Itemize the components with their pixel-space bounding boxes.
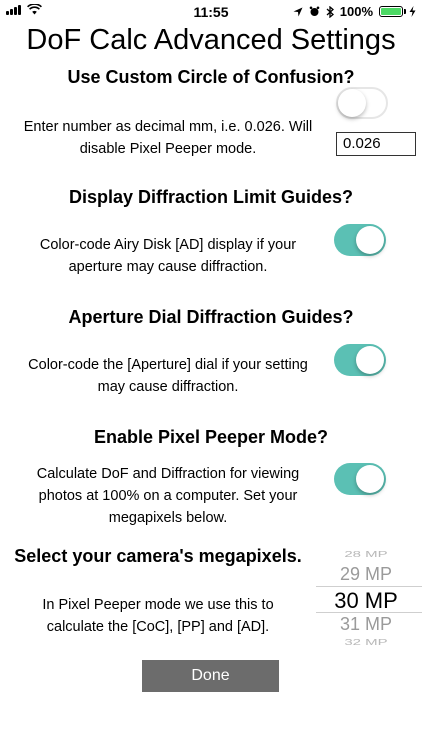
picker-selection-line xyxy=(316,586,422,587)
battery-percent: 100% xyxy=(339,4,373,19)
status-right: 100% xyxy=(293,4,416,19)
custom-coc-description: Enter number as decimal mm, i.e. 0.026. … xyxy=(8,116,328,160)
pixel-peeper-toggle[interactable] xyxy=(334,463,386,495)
desc-line: aperture may cause diffraction. xyxy=(68,259,268,275)
picker-item[interactable]: 32 MP xyxy=(310,638,422,647)
toggle-knob xyxy=(356,346,384,374)
picker-item[interactable]: 28 MP xyxy=(310,550,422,559)
megapixels-description: In Pixel Peeper mode we use this to calc… xyxy=(8,594,308,638)
aperture-dial-description: Color-code the [Aperture] dial if your s… xyxy=(8,354,328,398)
desc-line: may cause diffraction. xyxy=(97,379,239,395)
megapixel-picker[interactable]: 28 MP 29 MP 30 MP 31 MP 32 MP xyxy=(310,548,422,648)
picker-item[interactable]: 31 MP xyxy=(310,614,422,635)
pixel-peeper-heading: Enable Pixel Peeper Mode? xyxy=(93,427,329,447)
picker-item-selected[interactable]: 30 MP xyxy=(310,588,422,614)
picker-selection-line xyxy=(316,612,422,613)
diffraction-limit-heading: Display Diffraction Limit Guides? xyxy=(68,187,354,207)
megapixels-heading: Select your camera's megapixels. xyxy=(14,546,302,566)
desc-line: Color-code Airy Disk [AD] display if you… xyxy=(39,237,297,253)
desc-line: In Pixel Peeper mode we use this to xyxy=(42,597,274,613)
desc-line: disable Pixel Peeper mode. xyxy=(79,141,257,157)
picker-item[interactable]: 29 MP xyxy=(310,564,422,585)
aperture-dial-heading: Aperture Dial Diffraction Guides? xyxy=(68,307,354,327)
desc-line: calculate the [CoC], [PP] and [AD]. xyxy=(46,619,270,635)
desc-line: Enter number as decimal mm, i.e. 0.026. … xyxy=(23,119,313,135)
custom-coc-toggle[interactable] xyxy=(336,87,388,119)
battery-fill xyxy=(381,8,401,15)
toggle-knob xyxy=(338,89,366,117)
desc-line: megapixels below. xyxy=(108,510,228,526)
coc-value-input[interactable]: 0.026 xyxy=(336,132,416,156)
done-button[interactable]: Done xyxy=(142,660,279,692)
page-title: DoF Calc Advanced Settings xyxy=(26,24,396,56)
battery-icon xyxy=(379,6,406,17)
charging-icon xyxy=(409,6,416,17)
custom-coc-heading: Use Custom Circle of Confusion? xyxy=(67,67,355,87)
toggle-knob xyxy=(356,226,384,254)
diffraction-limit-toggle[interactable] xyxy=(334,224,386,256)
location-icon xyxy=(293,7,303,16)
pixel-peeper-description: Calculate DoF and Diffraction for viewin… xyxy=(8,463,328,529)
desc-line: photos at 100% on a computer. Set your xyxy=(38,488,298,504)
desc-line: Calculate DoF and Diffraction for viewin… xyxy=(36,466,300,482)
desc-line: Color-code the [Aperture] dial if your s… xyxy=(28,357,308,373)
alarm-icon xyxy=(309,6,320,16)
aperture-dial-toggle[interactable] xyxy=(334,344,386,376)
diffraction-limit-description: Color-code Airy Disk [AD] display if you… xyxy=(8,234,328,278)
toggle-knob xyxy=(356,465,384,493)
status-bar: 11:55 100% xyxy=(0,0,422,22)
bluetooth-icon xyxy=(326,5,334,18)
